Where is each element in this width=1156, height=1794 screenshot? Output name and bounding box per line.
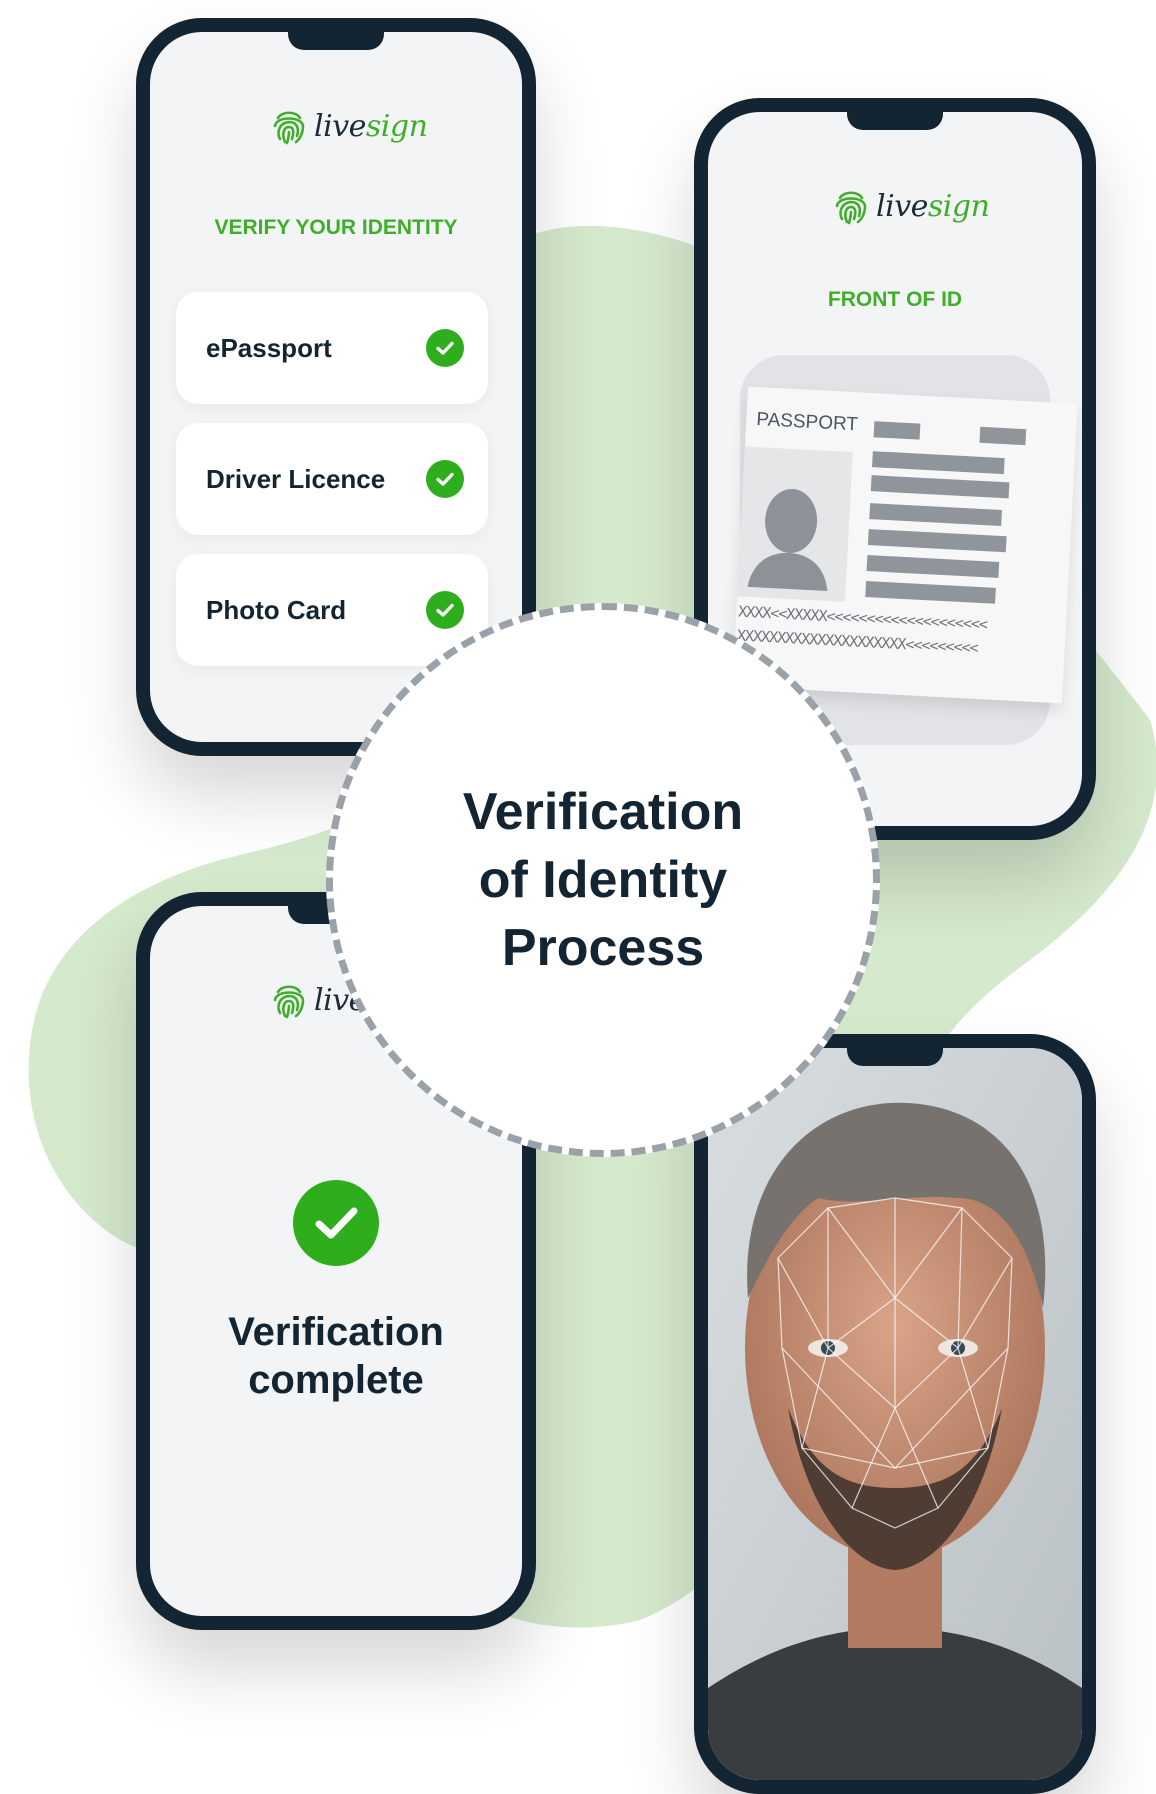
passport-label: PASSPORT [755,409,859,436]
passport-document: PASSPORT XXXX<<XXXXX<<<<<<<<<<<<<<<<<<<<… [732,386,1078,704]
fingerprint-icon [273,985,305,1019]
process-title-circle: Verification of Identity Process [326,603,880,1157]
title-line-3: Process [501,919,705,977]
verify-identity-heading: VERIFY YOUR IDENTITY [214,216,458,239]
title-line-2: of Identity [478,851,728,909]
passport-field-line [865,581,996,604]
option-label: ePassport [206,333,332,363]
phone-face-scan [694,1034,1096,1794]
phone-notch [847,112,943,130]
phone-notch [847,1048,943,1066]
option-label: Driver Licence [206,464,386,494]
process-title: Verification of Identity Process [403,778,803,982]
check-circle-icon [426,460,464,498]
logo-wordmark: livesign [876,188,990,224]
fingerprint-icon [273,111,305,145]
phone-notch [288,32,384,50]
option-photo-card[interactable]: Photo Card [176,554,488,666]
passport-field-line [867,529,1007,553]
check-circle-icon [426,329,464,367]
check-circle-icon [426,591,464,629]
passport-field-line [873,421,921,440]
option-epassport[interactable]: ePassport [176,292,488,404]
front-of-id-heading: FRONT OF ID [827,288,963,311]
logo-wordmark: livesign [314,108,428,144]
option-driver-licence[interactable]: Driver Licence [176,423,488,535]
passport-field-line [866,555,1000,578]
passport-photo [737,446,853,602]
complete-line-2: complete [248,1358,424,1402]
person-silhouette-icon [747,489,828,592]
fingerprint-icon [835,191,867,225]
check-circle-icon [293,1180,379,1266]
verification-complete-message: Verification complete [150,1308,522,1404]
passport-field-line [979,426,1027,446]
face-scan-photo [708,1048,1082,1780]
option-label: Photo Card [206,595,347,625]
passport-field-line [872,451,1005,475]
title-line-1: Verification [462,783,744,841]
livesign-logo: livesign [832,186,990,226]
complete-line-1: Verification [228,1310,444,1354]
passport-field-line [870,475,1010,499]
livesign-logo: livesign [270,106,428,146]
passport-field-line [869,503,1002,527]
